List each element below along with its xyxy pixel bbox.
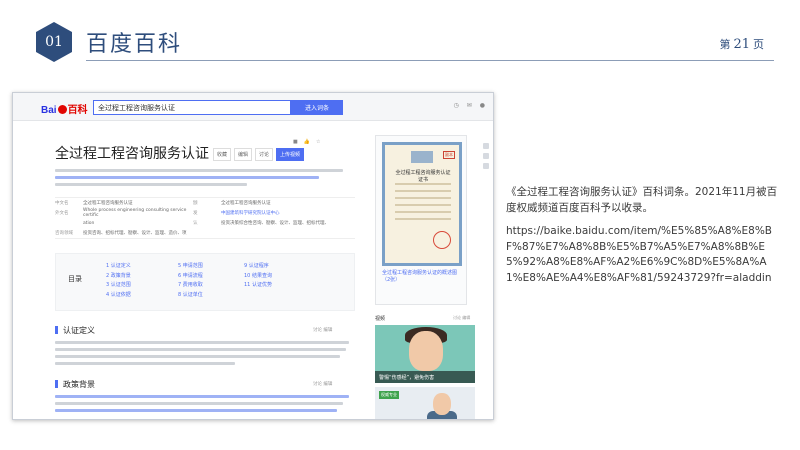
logo-mark — [411, 151, 433, 163]
toc-column: 5 申请范围 6 申请流程 7 费用收取 8 认证单位 — [178, 262, 203, 300]
summary-text — [55, 169, 355, 190]
search-input[interactable]: 全过程工程咨询服务认证 — [93, 100, 291, 115]
paw-icon — [57, 105, 67, 114]
video-section-label: 视频 — [375, 316, 386, 322]
basic-info: 中文名 全过程工程咨询服务认证 颁全过程工程咨询服务认证 外文名 Whole pro… — [55, 197, 355, 239]
info-row: 咨询领域 投资咨询、招标代理、勘察、设计、监理、造价、项 — [55, 231, 187, 236]
page-number: 第 21 页 — [719, 36, 764, 52]
toc-item[interactable]: 10 结果查询 — [244, 272, 272, 282]
toc-item[interactable]: 9 认证程序 — [244, 262, 272, 272]
section-number-badge: 01 — [36, 22, 72, 62]
logo-text: Bai — [41, 105, 57, 116]
video-thumbnail[interactable]: 权威专业 — [375, 387, 475, 419]
page-prefix: 第 — [719, 38, 731, 51]
upload-video-button[interactable]: 上传视频 — [276, 148, 305, 161]
like-icon[interactable]: 👍 — [304, 139, 310, 145]
dock-icon[interactable] — [483, 163, 489, 169]
toc-item[interactable]: 4 认证依据 — [106, 291, 131, 301]
history-icon[interactable]: ◷ — [453, 102, 458, 109]
entry-description: 《全过程工程咨询服务认证》百科词条。2021年11月被百度权威频道百度百科予以收… — [506, 186, 778, 214]
share-icon[interactable]: ■ — [293, 139, 298, 145]
page-number-value: 21 — [733, 37, 750, 52]
person-illustration — [409, 331, 443, 371]
toc-item[interactable]: 3 认证范围 — [106, 281, 131, 291]
entry-url[interactable]: https://baike.baidu.com/item/%E5%85%A8%E… — [506, 224, 778, 286]
definition-text — [55, 341, 355, 369]
section-tools[interactable]: 讨论 编辑 — [313, 381, 332, 387]
slide-title: 百度百科 — [86, 32, 183, 57]
info-row: 外文名 Whole process engineering consulting … — [55, 208, 280, 218]
video-tag: 权威专业 — [379, 391, 399, 399]
section-tools[interactable]: 讨论 编辑 — [313, 327, 332, 333]
edit-button[interactable]: 编辑 — [234, 148, 253, 161]
baike-screenshot: Bai 百科 全过程工程咨询服务认证 进入词条 ◷ ✉ ● ■ 👍 ☆ 全过程工程咨询服务… — [12, 92, 494, 420]
message-icon[interactable]: ✉ — [467, 102, 472, 109]
certificate-title: 全过程工程咨询服务认证证书 — [395, 170, 451, 183]
toc-item[interactable]: 1 认证定义 — [106, 262, 131, 272]
person-photo — [433, 393, 451, 415]
toc-item[interactable]: 2 政策背景 — [106, 272, 131, 282]
table-of-contents: 目录 1 认证定义 2 政策背景 3 认证范围 4 认证依据 5 申请范围 6 … — [55, 253, 355, 311]
video-tools[interactable]: 讨论 编辑 — [453, 315, 470, 321]
dock-icon[interactable] — [483, 143, 489, 149]
user-icon[interactable]: ● — [480, 102, 485, 109]
article-title: 全过程工程咨询服务认证 — [55, 146, 209, 162]
album-card[interactable]: 副本 全过程工程咨询服务认证证书 全过程工程咨询服务认证的概述图（2张） — [375, 135, 467, 305]
section-title-definition: 认证定义 — [55, 325, 95, 336]
video-thumbnail[interactable]: 警惕“伤感经”，避免伤害 — [375, 325, 475, 383]
toc-item[interactable]: 5 申请范围 — [178, 262, 203, 272]
album-caption[interactable]: 全过程工程咨询服务认证的概述图（2张） — [382, 270, 464, 284]
logo-suffix: 百科 — [67, 105, 88, 116]
toc-column: 1 认证定义 2 政策背景 3 认证范围 4 认证依据 — [106, 262, 131, 300]
toc-item[interactable]: 7 费用收取 — [178, 281, 203, 291]
toc-label: 目录 — [68, 275, 82, 283]
meta-icons: ■ 👍 ☆ — [293, 139, 320, 145]
title-divider — [86, 60, 774, 61]
video-caption: 警惕“伤感经”，避免伤害 — [375, 371, 475, 383]
stamp-icon — [433, 231, 451, 249]
dock-icon[interactable] — [483, 153, 489, 159]
toc-item[interactable]: 6 申请流程 — [178, 272, 203, 282]
policy-text — [55, 395, 355, 416]
info-row: ation 认投资决策综合性咨询、勘察、设计、监理、招标代理、 — [83, 220, 329, 227]
baidu-logo[interactable]: Bai 百科 — [41, 101, 88, 116]
discuss-button[interactable]: 讨论 — [255, 148, 274, 161]
side-dock — [483, 143, 491, 173]
baike-topbar: Bai 百科 全过程工程咨询服务认证 进入词条 ◷ ✉ ● — [13, 93, 493, 121]
slide: 01 百度百科 第 21 页 Bai 百科 全过程工程咨询服务认证 进入词条 ◷ ✉ ● … — [0, 0, 800, 450]
toc-item[interactable]: 8 认证单位 — [178, 291, 203, 301]
toc-column: 9 认证程序 10 结果查询 11 认证优势 — [244, 262, 272, 291]
search-button[interactable]: 进入词条 — [291, 100, 343, 115]
article-tools: 收藏 编辑 讨论 上传视频 — [213, 148, 305, 161]
section-title-policy: 政策背景 — [55, 379, 95, 390]
certificate-image: 副本 全过程工程咨询服务认证证书 — [382, 142, 462, 266]
top-icons: ◷ ✉ ● — [445, 102, 485, 109]
favorite-icon[interactable]: ☆ — [316, 139, 320, 145]
page-suffix: 页 — [753, 38, 764, 51]
collect-button[interactable]: 收藏 — [213, 148, 232, 161]
toc-item[interactable]: 11 认证优势 — [244, 281, 272, 291]
copy-badge: 副本 — [443, 151, 455, 159]
info-row: 中文名 全过程工程咨询服务认证 颁全过程工程咨询服务认证 — [55, 201, 271, 206]
